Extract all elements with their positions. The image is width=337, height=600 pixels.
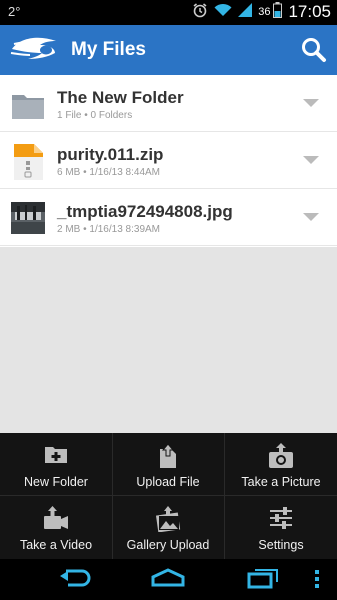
action-label: Take a Picture [241, 475, 321, 489]
file-name: The New Folder [57, 88, 184, 107]
action-label: Take a Video [19, 538, 93, 552]
status-time: 17:05 [288, 2, 331, 21]
file-name: purity.011.zip [57, 145, 164, 164]
file-name: _tmptia972494808.jpg [57, 202, 233, 221]
image-thumbnail [11, 200, 45, 236]
new-folder-icon [44, 443, 68, 470]
list-item-image[interactable]: _tmptia972494808.jpg 2 MB • 1/16/13 8:39… [0, 189, 337, 246]
gallery-upload-icon [154, 506, 182, 537]
battery-icon [273, 1, 283, 23]
new-folder-button[interactable]: New Folder [0, 433, 112, 495]
video-upload-icon [43, 506, 69, 535]
list-item-folder[interactable]: The New Folder 1 File • 0 Folders [0, 75, 337, 132]
action-label: New Folder [24, 475, 88, 489]
file-meta: 2 MB • 1/16/13 8:39AM [57, 224, 161, 235]
back-icon[interactable] [58, 567, 92, 594]
file-list: The New Folder 1 File • 0 Folders purity… [0, 75, 337, 247]
folder-icon [11, 86, 45, 122]
take-picture-button[interactable]: Take a Picture [225, 433, 337, 495]
status-icons: 36 17:05 [192, 1, 331, 23]
search-icon[interactable] [299, 35, 329, 65]
recent-apps-icon[interactable] [247, 567, 279, 594]
system-nav-bar [0, 559, 337, 600]
battery-level: 36 [258, 6, 271, 18]
list-item-zip[interactable]: purity.011.zip 6 MB • 1/16/13 8:44AM [0, 132, 337, 189]
empty-list-area [0, 247, 337, 433]
upload-file-icon [158, 443, 178, 474]
chevron-down-icon[interactable] [303, 156, 319, 164]
home-icon[interactable] [150, 567, 186, 594]
actions-panel: New Folder Upload File Take a Picture Ta… [0, 433, 337, 559]
overflow-menu-icon[interactable] [313, 569, 321, 594]
settings-button[interactable]: Settings [225, 496, 337, 558]
camera-upload-icon [268, 443, 294, 474]
action-label: Upload File [136, 475, 200, 489]
file-meta: 1 File • 0 Folders [57, 110, 133, 121]
signal-icon [238, 2, 253, 22]
chevron-down-icon[interactable] [303, 99, 319, 107]
mediafire-logo-icon[interactable] [10, 35, 60, 68]
wifi-icon [214, 3, 232, 22]
settings-sliders-icon [269, 506, 293, 535]
zip-file-icon [11, 143, 45, 180]
gallery-upload-button[interactable]: Gallery Upload [112, 496, 224, 558]
take-video-button[interactable]: Take a Video [0, 496, 112, 558]
action-bar: My Files [0, 25, 337, 75]
status-temperature: 2° [8, 4, 21, 19]
chevron-down-icon[interactable] [303, 213, 319, 221]
page-title: My Files [71, 39, 146, 60]
action-label: Gallery Upload [126, 538, 210, 552]
status-bar: 2° 36 17:05 [0, 0, 337, 25]
alarm-icon [192, 2, 208, 23]
upload-file-button[interactable]: Upload File [112, 433, 224, 495]
file-meta: 6 MB • 1/16/13 8:44AM [57, 167, 161, 178]
action-label: Settings [258, 538, 304, 552]
